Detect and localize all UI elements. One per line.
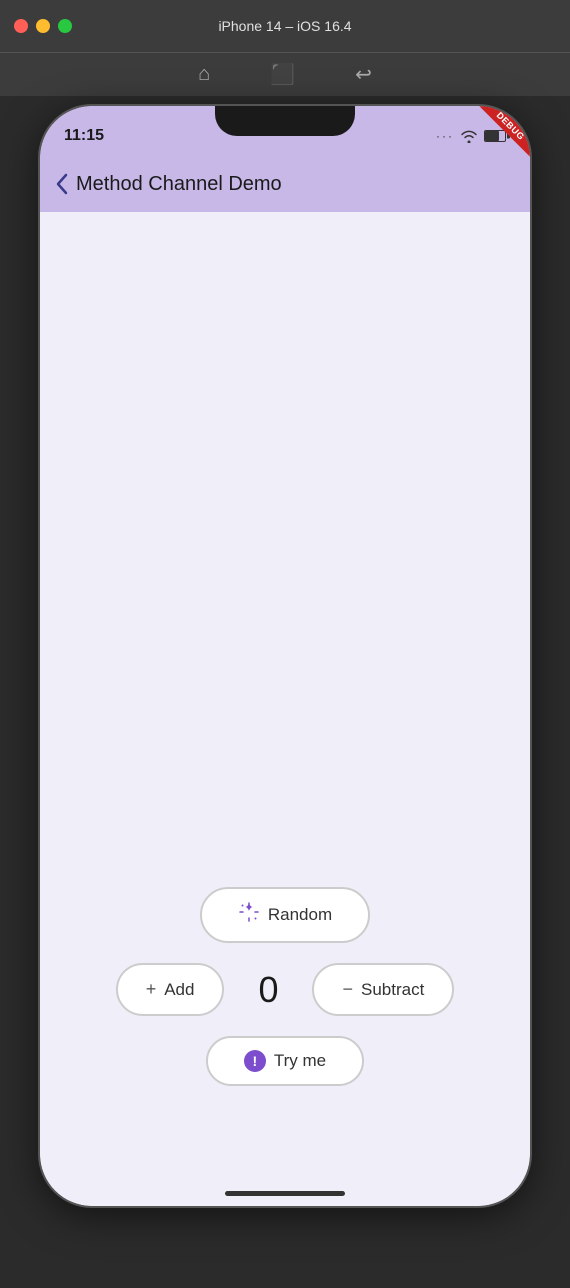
app-bar: Method Channel Demo (40, 156, 530, 212)
minus-icon: − (342, 979, 353, 1000)
try-me-label: Try me (274, 1051, 326, 1071)
phone-frame: DEBUG 11:15 ··· (40, 106, 530, 1206)
home-icon[interactable]: ⌂ (198, 63, 210, 86)
main-content: Random + Add 0 − Subtract ! Try me (40, 212, 530, 1206)
close-button[interactable] (14, 19, 28, 33)
traffic-lights (14, 19, 72, 33)
app-bar-title: Method Channel Demo (76, 173, 282, 196)
subtract-label: Subtract (361, 980, 424, 1000)
try-me-button[interactable]: ! Try me (206, 1036, 364, 1086)
counter-row: + Add 0 − Subtract (116, 963, 455, 1016)
random-label: Random (268, 905, 332, 925)
plus-icon: + (146, 979, 157, 1000)
add-button[interactable]: + Add (116, 963, 225, 1016)
subtract-button[interactable]: − Subtract (312, 963, 454, 1016)
maximize-button[interactable] (58, 19, 72, 33)
window-title: iPhone 14 – iOS 16.4 (218, 18, 351, 34)
notch (215, 106, 355, 136)
phone-screen: 11:15 ··· (40, 106, 530, 1206)
status-time: 11:15 (64, 127, 104, 145)
minimize-button[interactable] (36, 19, 50, 33)
sparkle-icon (238, 901, 260, 929)
mac-toolbar: ⌂ ⬛ ↩ (0, 52, 570, 96)
add-label: Add (164, 980, 194, 1000)
info-icon: ! (244, 1050, 266, 1072)
random-button[interactable]: Random (200, 887, 370, 943)
back-button[interactable] (56, 173, 68, 195)
title-bar: iPhone 14 – iOS 16.4 (0, 0, 570, 52)
status-bar: 11:15 ··· (40, 106, 530, 156)
signal-dots: ··· (436, 129, 454, 143)
screenshot-icon[interactable]: ⬛ (270, 62, 295, 87)
counter-value: 0 (248, 969, 288, 1011)
home-indicator (225, 1191, 345, 1196)
rotate-icon[interactable]: ↩ (355, 62, 372, 87)
